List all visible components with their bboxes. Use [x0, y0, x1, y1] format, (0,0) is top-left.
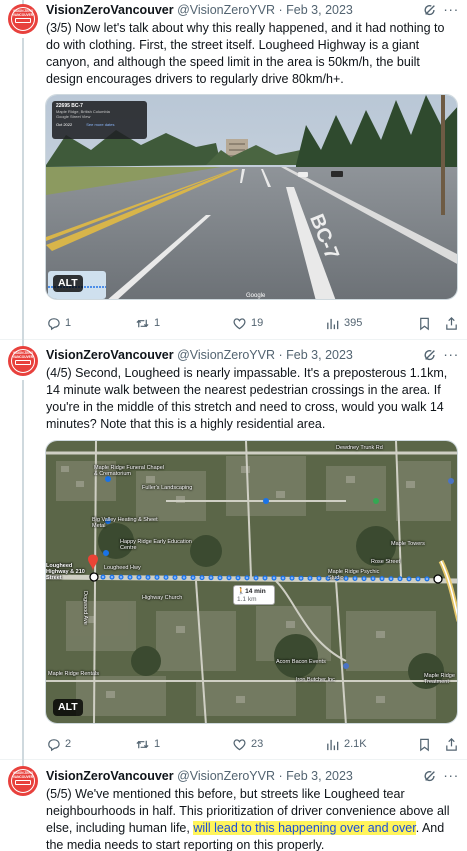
- walking-person-icon: 🚶: [237, 588, 246, 595]
- repost-button[interactable]: 1: [135, 315, 160, 331]
- tweet-5-of-5[interactable]: VISION ZERO VANCOUVER VisionZeroVancouve…: [0, 760, 467, 851]
- repost-count: 1: [154, 738, 161, 750]
- map-label: Lougheed Hwy: [104, 565, 141, 571]
- separator-dot: ·: [278, 769, 283, 783]
- author-name[interactable]: VisionZeroVancouver: [46, 769, 174, 783]
- tweet-text: (5/5) We've mentioned this before, but s…: [46, 786, 460, 851]
- capture-date: Oct 2022: [56, 122, 73, 127]
- bookmark-icon: [420, 317, 429, 330]
- repost-icon: [136, 740, 149, 748]
- separator-dot: ·: [278, 348, 283, 362]
- views-button[interactable]: 2.1K: [325, 736, 367, 752]
- bookmark-button[interactable]: [417, 315, 432, 331]
- share-icon: [446, 737, 457, 751]
- walk-time: 14 min: [245, 588, 266, 595]
- highlighted-text: will lead to this happening over and ove…: [193, 821, 416, 835]
- reply-icon: [48, 317, 60, 330]
- bookmark-button[interactable]: [417, 736, 432, 752]
- avatar[interactable]: VISION ZERO VANCOUVER: [8, 346, 38, 376]
- street-view-info-panel[interactable]: 22695 BC-7 Maple Ridge, British Columbia…: [52, 101, 147, 139]
- more-options-icon[interactable]: ···: [443, 768, 459, 784]
- share-button[interactable]: [444, 315, 459, 331]
- thread-line: [22, 380, 24, 760]
- map-label: Maple Ridge Rentals: [48, 671, 100, 677]
- tweet-header: VisionZeroVancouver @VisionZeroYVR · Feb…: [46, 346, 457, 364]
- like-button[interactable]: 23: [232, 736, 263, 752]
- tweet-actions: 1 1 19 395: [46, 315, 460, 331]
- tweet-4-of-5[interactable]: VISION ZERO VANCOUVER VisionZeroVancouve…: [0, 340, 467, 760]
- separator-dot: ·: [278, 3, 283, 17]
- tweet-text: (4/5) Second, Lougheed is nearly impassa…: [46, 366, 448, 431]
- reply-button[interactable]: 1: [46, 315, 71, 331]
- repost-icon: [136, 319, 149, 327]
- see-more-dates-link[interactable]: See more dates: [86, 122, 114, 127]
- view-count: 395: [344, 317, 363, 329]
- author-handle[interactable]: @VisionZeroYVR: [177, 769, 275, 783]
- tweet-actions: 2 1 23 2.1K: [46, 736, 460, 752]
- share-button[interactable]: [444, 736, 459, 752]
- tweet-header: VisionZeroVancouver @VisionZeroYVR · Feb…: [46, 767, 457, 785]
- map-label: Iron Butcher Inc: [296, 677, 335, 683]
- map-label: Happy Ridge Early Education Centre: [120, 539, 192, 551]
- thread-line: [22, 38, 24, 340]
- map-label: Dogwood Ave: [82, 591, 88, 625]
- walk-distance: 1.1 km: [237, 596, 257, 603]
- bookmark-icon: [420, 738, 429, 751]
- tweet-3-of-5[interactable]: VISION ZERO VANCOUVER VisionZeroVancouve…: [0, 0, 467, 340]
- grok-icon[interactable]: [423, 3, 437, 17]
- author-name[interactable]: VisionZeroVancouver: [46, 3, 174, 17]
- views-icon: [327, 318, 339, 329]
- map-label: Lougheed Highway & 210 Street: [46, 563, 85, 581]
- reply-icon: [48, 738, 60, 751]
- more-options-icon[interactable]: ···: [443, 347, 459, 363]
- timestamp[interactable]: Feb 3, 2023: [286, 769, 353, 783]
- reply-count: 2: [65, 738, 72, 750]
- author-name[interactable]: VisionZeroVancouver: [46, 348, 174, 362]
- map-label: Maple Towers: [391, 541, 425, 547]
- views-button[interactable]: 395: [325, 315, 362, 331]
- walk-time-bubble[interactable]: 🚶14 min 1.1 km: [233, 585, 275, 605]
- map-label: Acorn Bacon Events: [276, 659, 326, 665]
- reply-count: 1: [65, 317, 72, 329]
- map-label: Fuller's Landscaping: [142, 485, 193, 491]
- reply-button[interactable]: 2: [46, 736, 71, 752]
- tweet-text: (3/5) Now let's talk about why this real…: [46, 21, 445, 86]
- grok-icon[interactable]: [423, 348, 437, 362]
- view-count: 2.1K: [344, 738, 367, 750]
- timestamp[interactable]: Feb 3, 2023: [286, 348, 353, 362]
- tweet-header: VisionZeroVancouver @VisionZeroYVR · Feb…: [46, 1, 457, 19]
- street-view-image[interactable]: BC-7 Google 22695 BC-7 Maple Ridge, Brit…: [45, 94, 458, 300]
- repost-button[interactable]: 1: [135, 736, 160, 752]
- map-label: Rose Street: [371, 559, 401, 565]
- map-labels: Dewdney Trunk Rd Maple Ridge Funeral Cha…: [46, 441, 457, 723]
- avatar[interactable]: VISION ZERO VANCOUVER: [8, 4, 38, 34]
- share-icon: [446, 316, 457, 330]
- more-options-icon[interactable]: ···: [443, 2, 459, 18]
- timestamp[interactable]: Feb 3, 2023: [286, 3, 353, 17]
- brand-label: Google Street View: [56, 114, 91, 119]
- heart-icon: [233, 317, 246, 329]
- map-label: Maple Ridge Psychic Studio: [328, 569, 380, 581]
- author-handle[interactable]: @VisionZeroYVR: [177, 348, 275, 362]
- map-label: Highway Church: [142, 595, 183, 601]
- map-image[interactable]: Dewdney Trunk Rd Maple Ridge Funeral Cha…: [45, 440, 458, 724]
- like-count: 23: [251, 738, 264, 750]
- map-label: Dewdney Trunk Rd: [336, 445, 383, 451]
- map-label: Big Valley Heating & Sheet Metal: [92, 517, 158, 529]
- google-watermark: Google: [246, 293, 266, 299]
- views-icon: [327, 739, 339, 750]
- like-button[interactable]: 19: [232, 315, 263, 331]
- alt-badge[interactable]: ALT: [53, 275, 83, 292]
- map-label: Maple Ridge Treatment: [424, 673, 455, 685]
- avatar[interactable]: VISION ZERO VANCOUVER: [8, 766, 38, 796]
- heart-icon: [233, 738, 246, 750]
- author-handle[interactable]: @VisionZeroYVR: [177, 3, 275, 17]
- map-label: Maple Ridge Funeral Chapel & Crematorium: [94, 465, 165, 477]
- grok-icon[interactable]: [423, 769, 437, 783]
- repost-count: 1: [154, 317, 161, 329]
- like-count: 19: [251, 317, 264, 329]
- alt-badge[interactable]: ALT: [53, 699, 83, 716]
